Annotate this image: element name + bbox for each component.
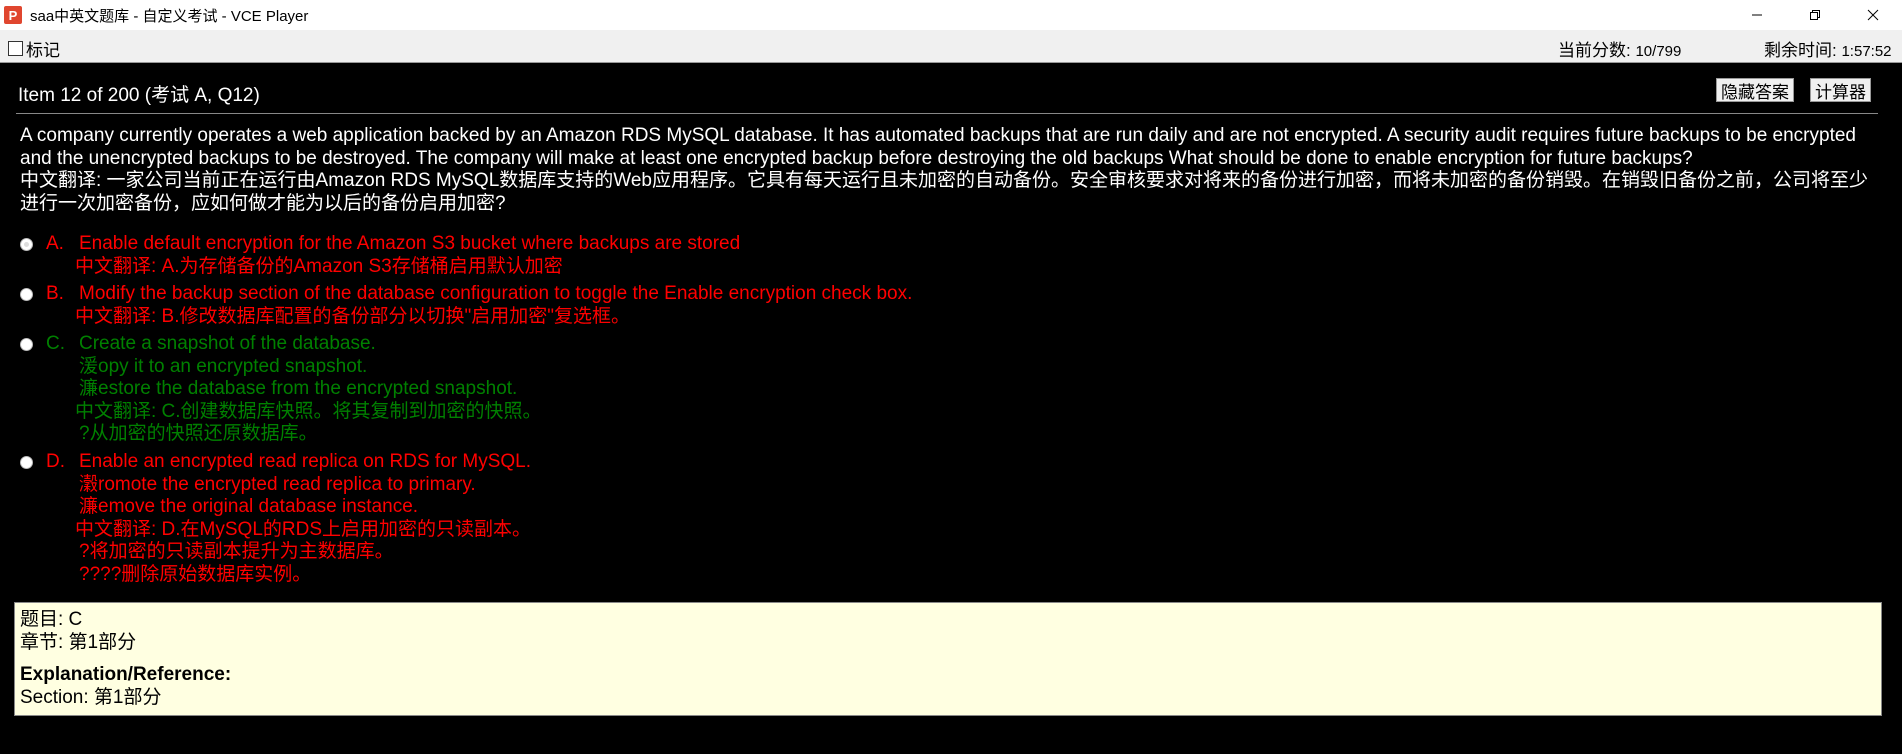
question-en: A company currently operates a web appli… — [20, 125, 1856, 169]
option-letter: B. — [46, 283, 64, 304]
mark-label: 标记 — [26, 41, 60, 60]
option-a-radio[interactable] — [20, 238, 33, 251]
score-value: 10/799 — [1635, 43, 1682, 60]
time-value: 1:57:52 — [1841, 43, 1892, 60]
option-line: Enable default encryption for the Amazon… — [79, 233, 741, 254]
option-translation: ????删除原始数据库实例。 — [79, 563, 312, 585]
option-letter: A. — [46, 233, 64, 254]
checkbox-icon[interactable] — [8, 41, 23, 56]
option-line: Enable an encrypted read replica on RDS … — [79, 451, 532, 472]
option-line: 濂estore the database from the encrypted … — [79, 378, 518, 399]
score-display: 当前分数: 10/799 — [1558, 36, 1681, 61]
restore-icon — [1810, 10, 1820, 20]
option-b-radio[interactable] — [20, 288, 33, 301]
option-translation: ?从加密的快照还原数据库。 — [79, 423, 318, 444]
section-line: 章节: 第1部分 — [20, 631, 137, 653]
close-icon — [1867, 9, 1879, 21]
app-icon: P — [4, 6, 22, 24]
option-line: 瀔romote the encrypted read replica to pr… — [79, 473, 476, 495]
calculator-button[interactable]: 计算器 — [1810, 78, 1871, 102]
reference-line: Section: 第1部分 — [20, 686, 162, 708]
option-translation: 中文翻译: B.修改数据库配置的备份部分以切换"启用加密"复选框。 — [75, 305, 631, 327]
time-remaining-display: 剩余时间: 1:57:52 — [1764, 36, 1892, 61]
divider — [16, 113, 1878, 114]
score-label: 当前分数: — [1558, 41, 1631, 60]
item-title: Item 12 of 200 (考试 A, Q12) — [18, 85, 260, 106]
answer-panel: 题目: C 章节: 第1部分 Explanation/Reference: Se… — [14, 602, 1882, 716]
explanation-label: Explanation/Reference: — [20, 664, 232, 685]
option-line: 湲opy it to an encrypted snapshot. — [79, 355, 368, 377]
title-bar: P saa中英文题库 - 自定义考试 - VCE Player — [0, 0, 1902, 30]
option-line: Modify the backup section of the databas… — [79, 283, 913, 304]
option-c-radio[interactable] — [20, 338, 33, 351]
option-line: Create a snapshot of the database. — [79, 333, 376, 354]
option-translation: 中文翻译: C.创建数据库快照。将其复制到加密的快照。 — [75, 400, 542, 422]
option-line: 濂emove the original database instance. — [79, 496, 419, 517]
close-button[interactable] — [1844, 0, 1902, 30]
option-translation: 中文翻译: A.为存储备份的Amazon S3存储桶启用默认加密 — [75, 255, 563, 277]
option-translation: 中文翻译: D.在MySQL的RDS上启用加密的只读副本。 — [75, 518, 532, 540]
exam-toolbar: 标记 当前分数: 10/799 剩余时间: 1:57:52 — [0, 30, 1902, 63]
mark-checkbox[interactable]: 标记 — [8, 36, 60, 61]
answer-line: 题目: C — [20, 609, 83, 630]
window-controls — [1728, 0, 1902, 30]
hide-answer-button[interactable]: 隐藏答案 — [1716, 78, 1794, 102]
option-letter: D. — [46, 451, 65, 472]
option-translation: ?将加密的只读副本提升为主数据库。 — [79, 541, 394, 562]
option-d-radio[interactable] — [20, 456, 33, 469]
minimize-icon — [1752, 14, 1762, 16]
option-letter: C. — [46, 333, 65, 354]
time-label: 剩余时间: — [1764, 41, 1837, 60]
question-zh: 中文翻译: 一家公司当前正在运行由Amazon RDS MySQL数据库支持的W… — [20, 170, 1869, 214]
question-text: A company currently operates a web appli… — [20, 125, 1880, 215]
window-title: saa中英文题库 - 自定义考试 - VCE Player — [30, 7, 309, 25]
restore-button[interactable] — [1786, 0, 1844, 30]
minimize-button[interactable] — [1728, 0, 1786, 30]
